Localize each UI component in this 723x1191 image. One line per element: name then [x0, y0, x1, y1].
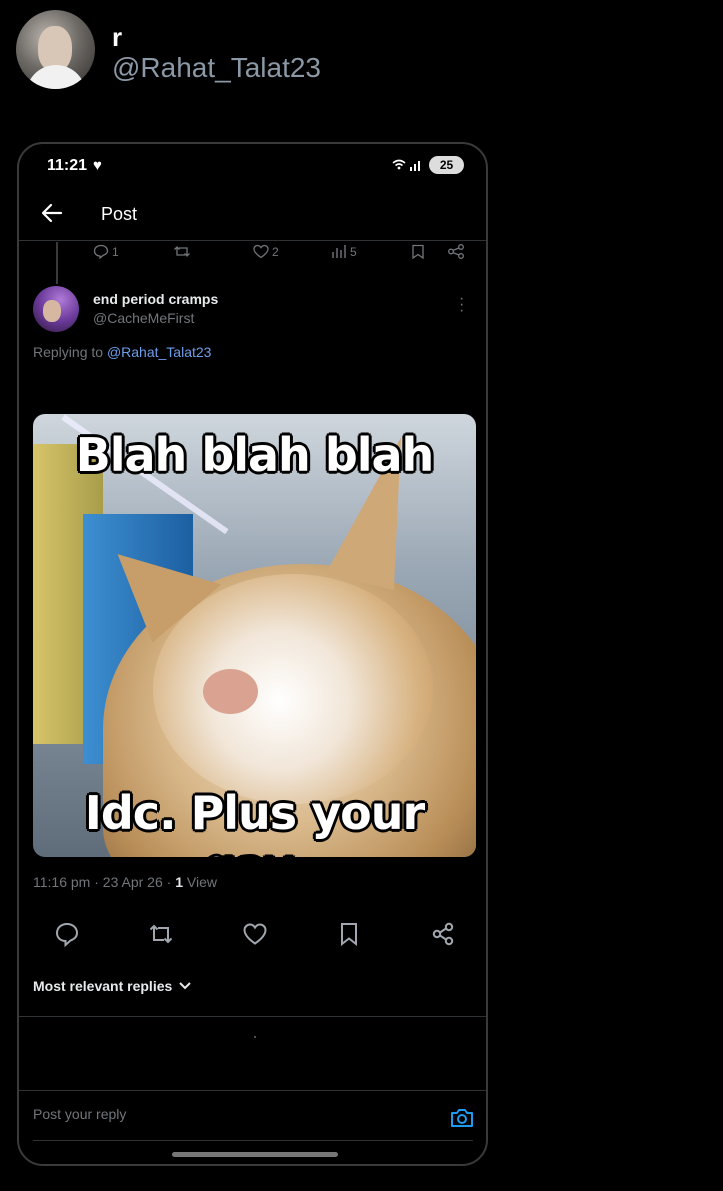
views-label: View	[186, 874, 217, 890]
reply-button[interactable]	[53, 920, 81, 948]
views-count: 1	[175, 874, 183, 890]
heart-outline-icon	[253, 244, 269, 259]
sort-replies-dropdown[interactable]: Most relevant replies	[33, 978, 192, 994]
like-button[interactable]	[241, 920, 269, 948]
parent-share-button[interactable]	[447, 244, 465, 259]
bookmark-icon	[341, 923, 357, 947]
replying-to-label: Replying to	[33, 344, 104, 360]
post-timestamp: 11:16 pm · 23 Apr 26 · 1 View	[33, 874, 217, 890]
meme-top-caption: Blah blah blah	[75, 428, 435, 482]
avatar-shirt	[26, 65, 86, 89]
loading-indicator	[254, 1036, 256, 1038]
cat-face	[153, 574, 433, 804]
share-icon	[448, 244, 464, 259]
post-date[interactable]: 23 Apr 26	[103, 874, 163, 890]
analytics-icon	[332, 245, 346, 258]
bookmark-icon	[412, 244, 424, 259]
parent-reply-button[interactable]: 1	[93, 244, 119, 259]
more-options-icon[interactable]: · · ·	[459, 291, 464, 319]
outer-tweet-header: r @Rahat_Talat23	[16, 10, 416, 90]
status-time: 11:21	[47, 157, 88, 174]
heart-outline-icon	[243, 923, 267, 945]
reply-author-avatar[interactable]	[33, 286, 79, 332]
home-indicator	[172, 1152, 338, 1157]
reply-icon	[93, 244, 109, 259]
meme-image[interactable]: Blah blah blah Idc. Plus your gay.	[33, 414, 476, 857]
battery-indicator: 25	[429, 156, 464, 174]
replying-to-handle-link[interactable]: @Rahat_Talat23	[107, 344, 212, 360]
replying-to-line: Replying to @Rahat_Talat23	[33, 344, 211, 360]
sort-label: Most relevant replies	[33, 978, 173, 994]
reply-composer-input[interactable]: Post your reply	[33, 1106, 413, 1122]
reply-icon	[55, 922, 79, 948]
author-handle[interactable]: @Rahat_Talat23	[112, 52, 321, 84]
parent-repost-button[interactable]	[173, 244, 191, 259]
repost-button[interactable]	[147, 920, 175, 948]
heart-icon: ♥	[93, 157, 102, 174]
divider	[19, 1016, 486, 1017]
back-arrow-icon[interactable]	[39, 200, 65, 226]
parent-like-count: 2	[272, 244, 279, 259]
parent-reply-count: 1	[112, 244, 119, 259]
share-icon	[432, 922, 454, 946]
bookmark-button[interactable]	[335, 920, 363, 948]
reply-author-name[interactable]: end period cramps	[93, 291, 218, 307]
phone-screenshot: 11:21 ♥ 25 Post 1 2 5 end period cramps …	[17, 142, 488, 1166]
meme-bottom-caption: Idc. Plus your gay.	[84, 786, 425, 857]
camera-icon[interactable]	[449, 1106, 475, 1130]
parent-post-actions: 1 2 5	[19, 240, 486, 267]
parent-view-count: 5	[350, 244, 357, 259]
reply-author-handle[interactable]: @CacheMeFirst	[93, 310, 194, 326]
chevron-down-icon	[179, 982, 191, 990]
cat-nose	[203, 669, 258, 714]
author-avatar[interactable]	[16, 10, 95, 89]
top-bar: Post	[19, 190, 486, 242]
divider	[19, 1090, 486, 1091]
post-time[interactable]: 11:16 pm	[33, 874, 90, 890]
reply-post-header: end period cramps @CacheMeFirst · · ·	[33, 286, 473, 336]
parent-views-button[interactable]: 5	[331, 244, 357, 259]
reply-action-bar	[19, 914, 486, 954]
author-name[interactable]: r	[112, 22, 122, 53]
repost-icon	[149, 924, 173, 944]
status-bar: 11:21 ♥ 25	[19, 144, 486, 188]
parent-like-button[interactable]: 2	[253, 244, 279, 259]
repost-icon	[174, 246, 190, 257]
share-button[interactable]	[429, 920, 457, 948]
wifi-signal-icon	[391, 158, 423, 175]
page-title: Post	[101, 204, 138, 224]
parent-bookmark-button[interactable]	[411, 244, 425, 259]
avatar-person	[43, 300, 61, 322]
divider	[33, 1140, 473, 1141]
